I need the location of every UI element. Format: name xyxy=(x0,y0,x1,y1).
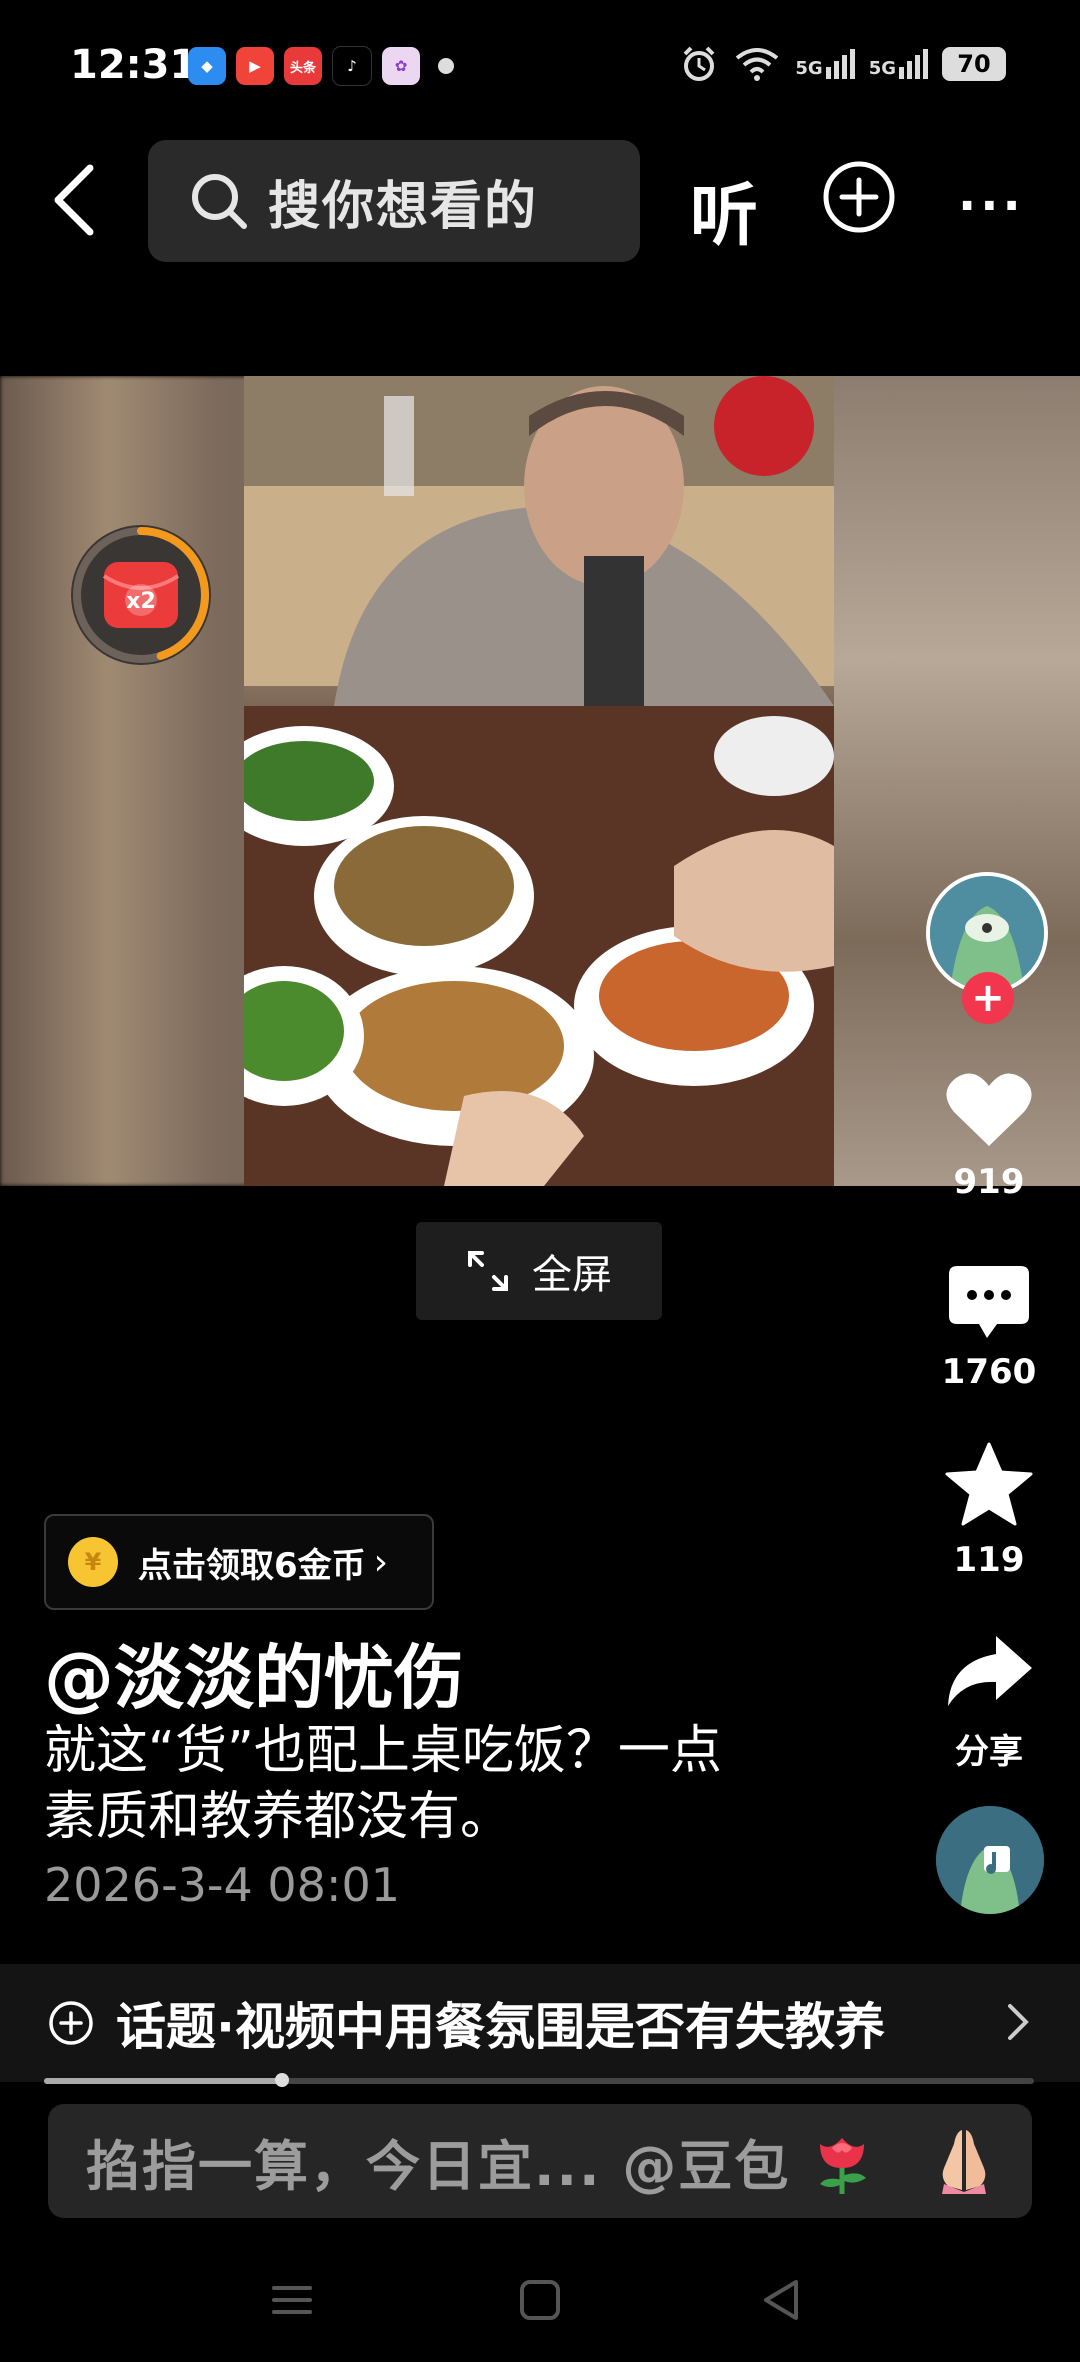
star-icon[interactable] xyxy=(945,1442,1033,1528)
status-time: 12:31 xyxy=(70,42,198,88)
recent-apps-button[interactable] xyxy=(262,2276,322,2324)
back-nav-button[interactable] xyxy=(752,2276,812,2324)
video-app-icon: ▶ xyxy=(236,47,274,85)
video-blur-right xyxy=(834,376,1080,1186)
comment-placeholder: 掐指一算，今日宜... @豆包 xyxy=(86,2134,791,2198)
description-line-2: 素质和教养都没有。 xyxy=(44,1787,513,1847)
back-button[interactable] xyxy=(46,160,102,240)
video-scene-image xyxy=(244,376,834,1186)
music-note-icon xyxy=(936,1806,1044,1914)
post-description: 就这“货”也配上桌吃饭？一点 素质和教养都没有。 xyxy=(44,1718,844,1850)
battery-indicator: 70 xyxy=(942,47,1006,81)
post-date: 2026-3-4 08:01 xyxy=(44,1858,400,1912)
news-app-icon: 头条 xyxy=(284,47,322,85)
fullscreen-label: 全屏 xyxy=(532,1252,612,1298)
like-count: 919 xyxy=(953,1162,1025,1202)
search-input[interactable]: 搜你想看的 xyxy=(148,140,640,262)
chevron-right-icon xyxy=(1008,2004,1029,2040)
follow-button[interactable]: + xyxy=(962,972,1014,1024)
more-notifications-icon xyxy=(438,58,454,74)
rose-emoji-icon[interactable] xyxy=(806,2124,878,2196)
like-action[interactable]: 919 xyxy=(924,1070,1054,1202)
share-label: 分享 xyxy=(955,1732,1023,1772)
search-placeholder: 搜你想看的 xyxy=(268,176,539,237)
topic-bar[interactable]: 话题·视频中用餐氛围是否有失教养 xyxy=(0,1964,1080,2082)
claim-coins-label: 点击领取6金币 xyxy=(138,1545,366,1586)
add-topic-icon xyxy=(49,2001,93,2045)
claim-coins-button[interactable]: ¥ 点击领取6金币 › xyxy=(44,1514,434,1610)
share-icon[interactable] xyxy=(944,1632,1034,1712)
wifi-icon xyxy=(736,48,779,81)
playback-progress-handle[interactable] xyxy=(274,2073,289,2087)
heart-icon[interactable] xyxy=(944,1070,1034,1150)
tiktok-app-icon: ♪ xyxy=(332,46,372,86)
playback-progress-fill xyxy=(44,2078,282,2084)
comment-input[interactable]: 掐指一算，今日宜... @豆包 xyxy=(48,2104,1032,2218)
browser-app-icon: ◆ xyxy=(188,47,226,85)
share-action[interactable]: 分享 xyxy=(924,1632,1054,1773)
expand-icon xyxy=(468,1251,508,1291)
fullscreen-button[interactable]: 全屏 xyxy=(416,1222,662,1320)
comment-count: 1760 xyxy=(941,1352,1037,1392)
notification-icons: ◆ ▶ 头条 ♪ ✿ xyxy=(188,46,454,86)
favorite-count: 119 xyxy=(953,1540,1025,1580)
status-indicators: 5G 5G 70 xyxy=(679,44,1006,84)
alarm-icon xyxy=(683,46,715,81)
signal-1-icon: 5G xyxy=(795,49,855,79)
more-options-button[interactable]: ··· xyxy=(958,178,1025,234)
author-name[interactable]: @淡淡的忧伤 xyxy=(44,1622,464,1723)
coin-icon: ¥ xyxy=(68,1537,118,1587)
search-icon xyxy=(192,174,247,229)
description-line-1: 就这“货”也配上桌吃饭？一点 xyxy=(44,1721,722,1781)
listen-button[interactable]: 听 xyxy=(690,160,758,259)
video-player[interactable] xyxy=(0,376,1080,1186)
video-frame xyxy=(244,376,834,1186)
pray-emoji-icon[interactable] xyxy=(928,2124,1000,2196)
gallery-app-icon: ✿ xyxy=(382,47,420,85)
comment-action[interactable]: 1760 xyxy=(924,1264,1054,1392)
red-packet-reward-widget[interactable]: x2 xyxy=(66,520,216,670)
comment-icon[interactable] xyxy=(947,1264,1031,1340)
music-disc[interactable] xyxy=(936,1806,1044,1914)
home-button[interactable] xyxy=(510,2276,570,2324)
chevron-right-icon: › xyxy=(373,1541,389,1583)
favorite-action[interactable]: 119 xyxy=(924,1442,1054,1580)
red-packet-multiplier: x2 xyxy=(126,589,156,614)
topic-label: 话题·视频中用餐氛围是否有失教养 xyxy=(116,1998,885,2056)
create-button[interactable] xyxy=(822,160,896,234)
signal-2-icon: 5G xyxy=(869,49,928,79)
